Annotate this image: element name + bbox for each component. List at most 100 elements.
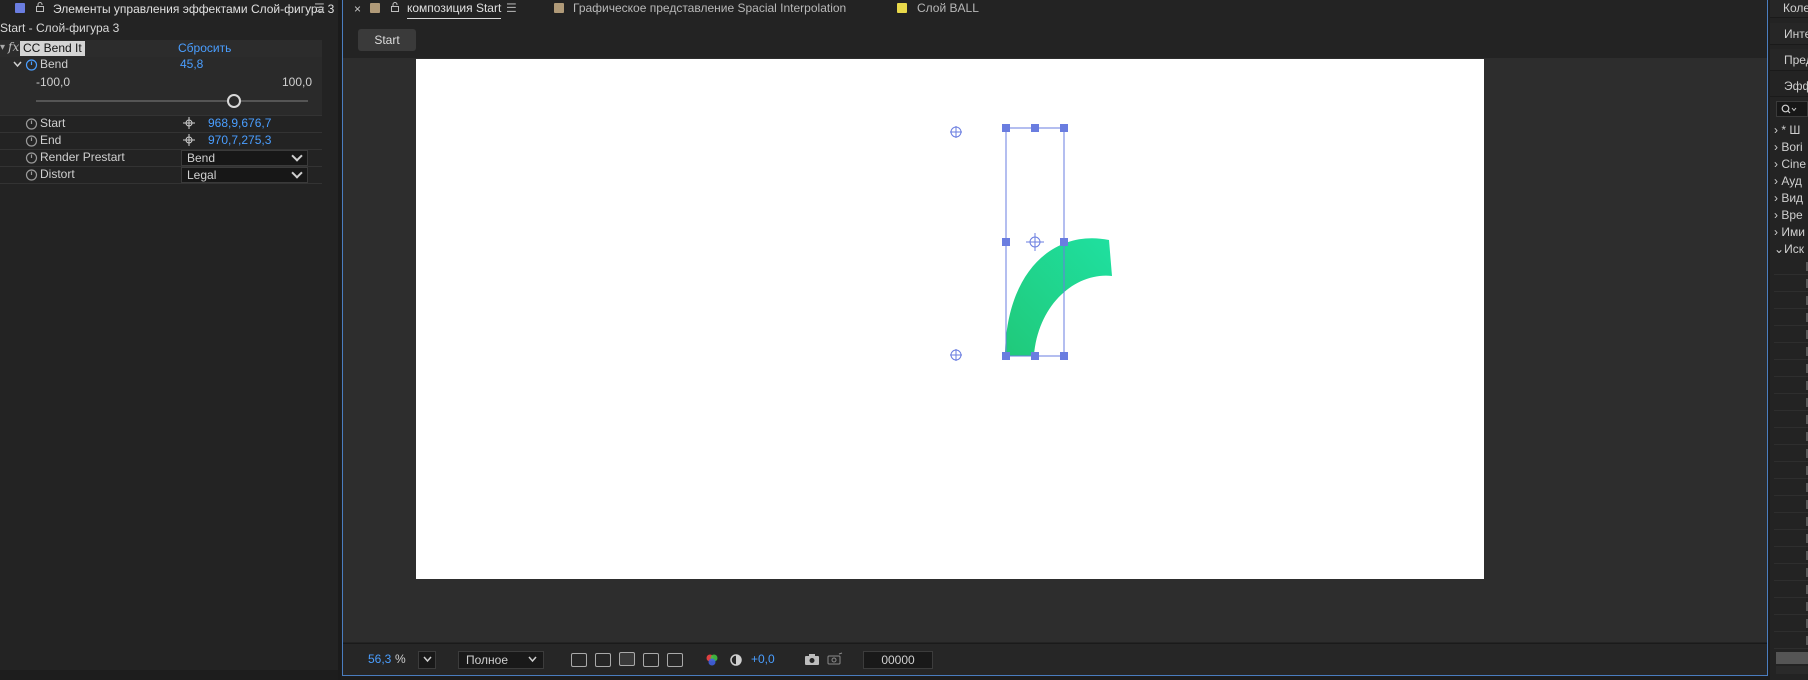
tab-composition-start[interactable]: композиция Start (407, 0, 502, 19)
anchor-point-icon[interactable] (1026, 233, 1044, 251)
bend-slider-track[interactable] (36, 94, 308, 108)
effects-category[interactable]: › Вре (1774, 208, 1803, 222)
effects-category[interactable]: › * Ш (1774, 123, 1800, 137)
panel-splitter[interactable] (338, 0, 341, 680)
tab-color-swatch (554, 3, 564, 13)
mask-visibility-icon[interactable] (619, 652, 635, 666)
effects-list-selection[interactable] (1776, 652, 1808, 664)
lock-icon[interactable] (36, 2, 44, 12)
lock-icon[interactable] (391, 2, 399, 12)
panel-tab-colors[interactable]: Колеса (1770, 0, 1808, 18)
snapshot-camera-icon[interactable] (804, 653, 820, 666)
expand-arrow-icon[interactable]: ▾ (0, 42, 5, 53)
timecode-field[interactable]: 00000 (863, 651, 933, 669)
effect-start-point-icon[interactable] (950, 126, 962, 138)
point-control-icon[interactable] (183, 117, 195, 129)
composition-tabbar: × композиция Start ☰ Графическое предста… (343, 0, 1767, 20)
effects-search-input[interactable] (1776, 101, 1808, 117)
stopwatch-icon[interactable] (25, 151, 38, 164)
distort-value: Legal (187, 168, 217, 182)
effects-category[interactable]: › Ауд (1774, 174, 1802, 188)
effect-controls-title: Элементы управления эффектами Слой-фигур… (53, 2, 335, 16)
tab-menu-icon[interactable]: ☰ (506, 1, 517, 15)
divider (1774, 631, 1808, 632)
divider (1774, 563, 1808, 564)
transparency-grid-icon[interactable] (595, 653, 611, 667)
divider (1774, 614, 1808, 615)
exposure-reset-icon[interactable] (729, 653, 743, 667)
point-control-icon[interactable] (183, 134, 195, 146)
stopwatch-icon[interactable] (25, 168, 38, 181)
shape-layer-artwork[interactable] (416, 59, 1484, 579)
viewer-bottom-bar: 56,3 % Полное +0,0 00000 (343, 643, 1767, 675)
effect-controls-tab[interactable]: Элементы управления эффектами Слой-фигур… (0, 0, 338, 20)
start-value[interactable]: 968,9,676,7 (208, 116, 271, 130)
slider-max-label: 100,0 (282, 75, 313, 89)
effects-category[interactable]: › Вид (1774, 191, 1803, 205)
panel-menu-icon[interactable]: ☰ (314, 1, 325, 15)
divider (1774, 325, 1808, 326)
effects-category[interactable]: › Ими (1774, 225, 1805, 239)
chevron-down-icon (423, 656, 432, 663)
tab-layer-ball[interactable]: Слой BALL (917, 0, 979, 19)
divider (1774, 274, 1808, 275)
color-channels-icon[interactable] (705, 653, 719, 667)
resolution-dropdown[interactable]: Полное (458, 651, 544, 669)
stopwatch-icon[interactable] (25, 117, 38, 130)
zoom-value[interactable]: 56,3 (368, 652, 391, 666)
divider (1774, 427, 1808, 428)
panel-tab-effects[interactable]: Эфф (1770, 75, 1808, 97)
tab-color-swatch (370, 3, 380, 13)
close-tab-icon[interactable]: × (354, 2, 361, 16)
zoom-dropdown[interactable] (418, 651, 436, 669)
divider (1774, 376, 1808, 377)
render-prestart-dropdown[interactable]: Bend (181, 150, 308, 166)
chevron-down-icon[interactable] (13, 60, 22, 69)
panel-tab-presets[interactable]: Пред (1770, 49, 1808, 71)
divider (1774, 393, 1808, 394)
region-of-interest-icon[interactable] (643, 653, 659, 667)
effect-controls-panel: Элементы управления эффектами Слой-фигур… (0, 0, 338, 670)
stopwatch-icon[interactable] (25, 58, 38, 71)
stopwatch-icon[interactable] (25, 134, 38, 147)
divider (1774, 512, 1808, 513)
effects-list-scroll[interactable] (1776, 666, 1808, 674)
tab-color-swatch (897, 3, 907, 13)
chevron-down-icon (528, 656, 537, 663)
effects-category[interactable]: › Bori (1774, 140, 1803, 154)
right-panels: Колеса Инте Пред Эфф › * Ш › Bori › Cine… (1770, 0, 1808, 680)
reset-link[interactable]: Сбросить (178, 41, 231, 55)
show-snapshot-icon[interactable] (827, 652, 843, 666)
zoom-unit: % (395, 652, 406, 666)
slider-min-label: -100,0 (36, 75, 71, 89)
effects-category[interactable]: › Cine (1774, 157, 1806, 171)
exposure-value[interactable]: +0,0 (751, 652, 775, 666)
search-icon (1781, 104, 1797, 114)
divider (1774, 461, 1808, 462)
end-value[interactable]: 970,7,275,3 (208, 133, 271, 147)
bend-label: Bend (40, 57, 69, 71)
divider (1774, 359, 1808, 360)
effect-name[interactable]: CC Bend It (20, 41, 85, 56)
composition-breadcrumb-button[interactable]: Start (358, 29, 416, 51)
divider (1774, 478, 1808, 479)
bent-shape[interactable] (1005, 238, 1112, 356)
bend-value[interactable]: 45,8 (180, 57, 203, 71)
end-label: End (40, 133, 62, 147)
effects-category-expanded[interactable]: ⌄Иск (1774, 242, 1804, 256)
composition-canvas[interactable] (416, 59, 1484, 579)
effect-end-point-icon[interactable] (950, 349, 962, 361)
divider (1774, 444, 1808, 445)
divider (1774, 308, 1808, 309)
panel-tab-interactive[interactable]: Инте (1770, 23, 1808, 45)
render-prestart-value: Bend (187, 151, 216, 165)
divider (1774, 580, 1808, 581)
start-label: Start (40, 116, 66, 130)
divider (1774, 529, 1808, 530)
distort-dropdown[interactable]: Legal (181, 167, 308, 183)
fx-toggle-icon[interactable]: fx (8, 40, 19, 54)
grid-guides-icon[interactable] (667, 653, 683, 667)
distort-label: Distort (40, 167, 75, 181)
fast-previews-icon[interactable] (571, 653, 587, 667)
tab-graph-spacial-interpolation[interactable]: Графическое представление Spacial Interp… (573, 0, 846, 19)
